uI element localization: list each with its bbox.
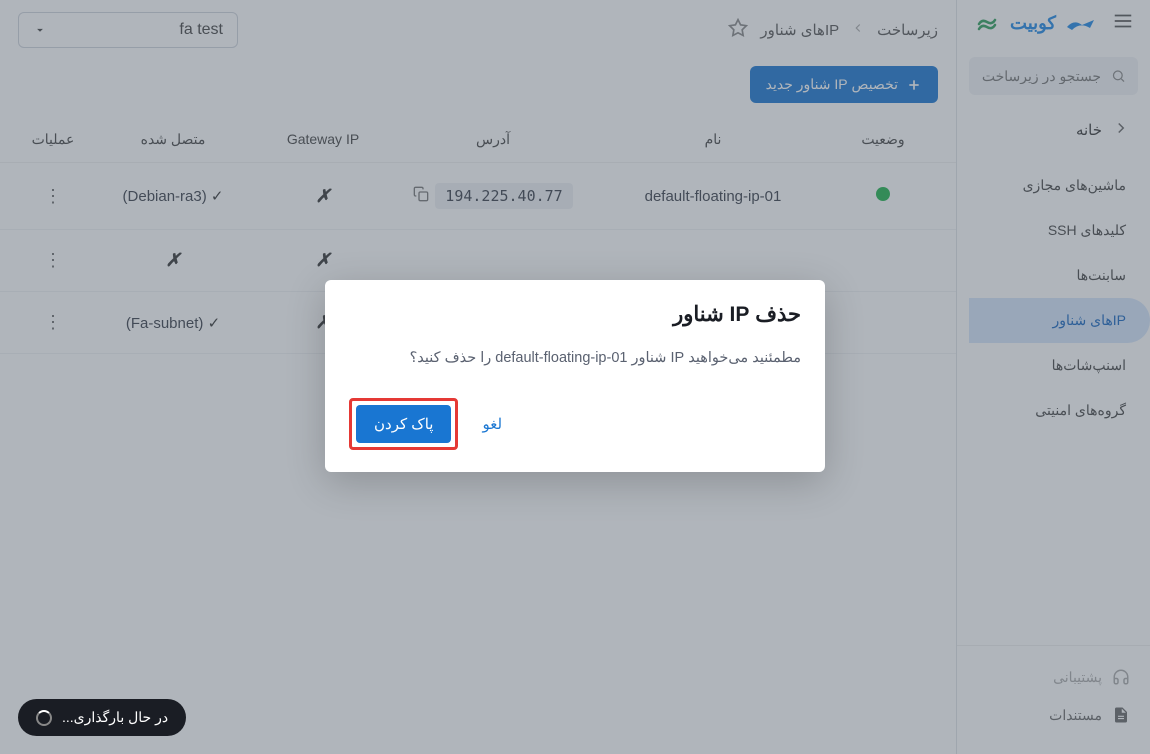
loading-toast: در حال بارگذاری... — [18, 699, 186, 736]
confirm-highlight: پاک کردن — [349, 398, 458, 450]
delete-dialog: حذف IP شناور مطمئنید می‌خواهید IP شناور … — [325, 280, 825, 472]
spinner-icon — [36, 710, 52, 726]
dialog-actions: لغو پاک کردن — [349, 398, 801, 450]
dialog-body: مطمئنید می‌خواهید IP شناور default-float… — [349, 347, 801, 370]
cancel-button[interactable]: لغو — [472, 407, 512, 441]
dialog-title: حذف IP شناور — [349, 302, 801, 327]
confirm-delete-button[interactable]: پاک کردن — [356, 405, 451, 443]
loading-text: در حال بارگذاری... — [62, 709, 168, 726]
modal-overlay[interactable]: حذف IP شناور مطمئنید می‌خواهید IP شناور … — [0, 0, 1150, 754]
